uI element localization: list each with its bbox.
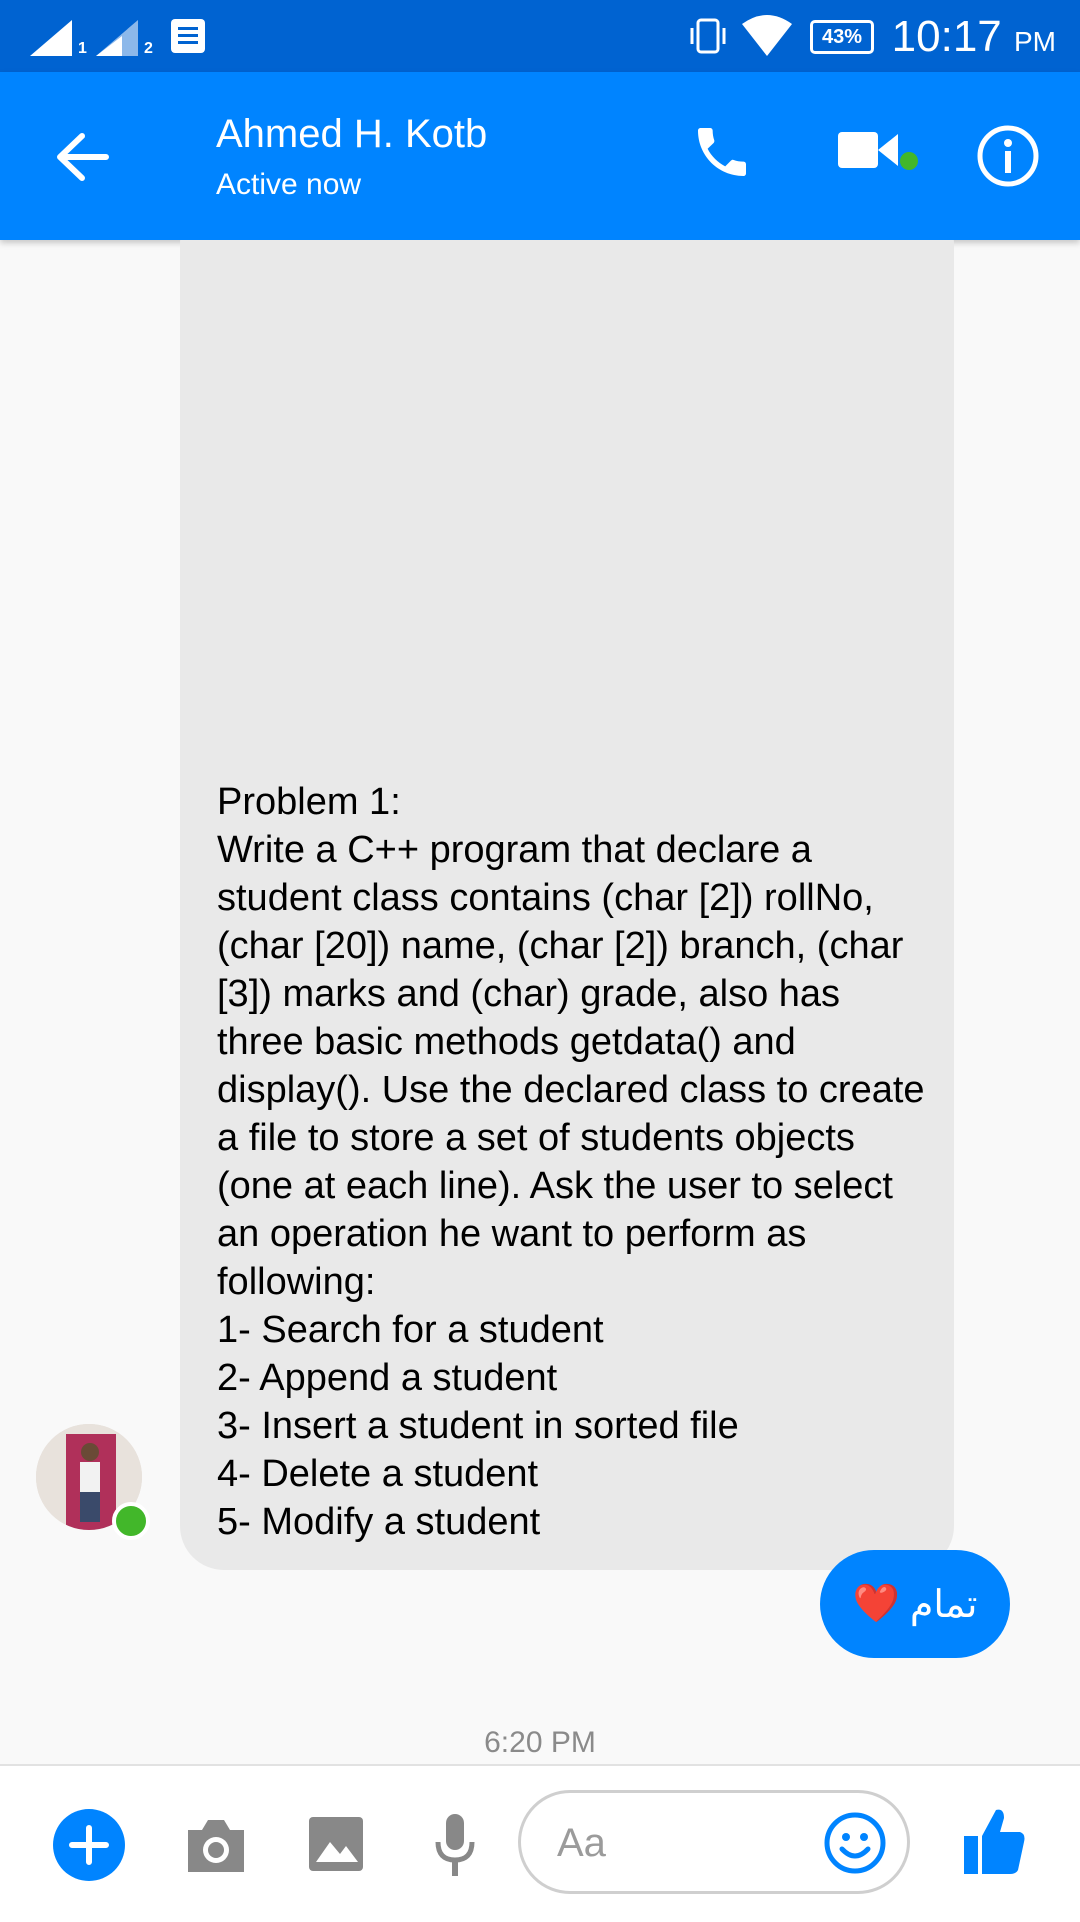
message-list[interactable]: Problem 1: Write a C++ program that decl… — [0, 240, 1080, 1764]
video-active-dot — [900, 152, 918, 170]
online-presence-dot — [112, 1502, 150, 1540]
thumbs-up-icon[interactable] — [962, 1806, 1028, 1878]
clock-time: 10:17 — [891, 12, 1002, 61]
sim1-label: 1 — [78, 40, 87, 57]
microphone-icon[interactable] — [430, 1810, 480, 1880]
message-input[interactable] — [555, 1815, 799, 1871]
emoji-icon[interactable] — [823, 1811, 887, 1875]
video-camera-icon[interactable] — [836, 126, 900, 174]
incoming-message-text: Problem 1: Write a C++ program that decl… — [217, 781, 925, 1543]
composer-bar — [0, 1764, 1080, 1922]
notification-icon — [171, 19, 205, 53]
image-icon[interactable] — [306, 1814, 366, 1874]
wifi-icon — [742, 15, 792, 56]
vibrate-icon — [690, 18, 726, 54]
back-arrow-icon[interactable] — [48, 122, 118, 192]
contact-status: Active now — [216, 168, 362, 201]
battery-indicator: 43% — [810, 20, 874, 54]
sim2-label: 2 — [144, 40, 153, 57]
phone-icon[interactable] — [690, 120, 754, 184]
outgoing-emoji: ❤️ — [852, 1583, 900, 1625]
outgoing-message-text: تمام — [909, 1583, 978, 1626]
contact-name[interactable]: Ahmed H. Kotb — [216, 112, 487, 157]
outgoing-message-bubble[interactable]: ❤️ تمام — [820, 1550, 1010, 1658]
conversation-header: Ahmed H. Kotb Active now — [0, 72, 1080, 240]
message-input-container[interactable] — [518, 1790, 910, 1894]
plus-icon[interactable] — [52, 1808, 126, 1882]
clock: 10:17 PM — [892, 12, 1056, 62]
camera-icon[interactable] — [184, 1816, 248, 1874]
signal-sim1-icon — [30, 20, 72, 56]
incoming-message-bubble[interactable]: Problem 1: Write a C++ program that decl… — [180, 240, 954, 1570]
signal-sim2-icon — [96, 20, 138, 56]
status-bar: 1 2 43% 10:17 PM — [0, 0, 1080, 72]
clock-ampm: PM — [1014, 26, 1056, 57]
info-icon[interactable] — [976, 124, 1040, 188]
message-timestamp: 6:20 PM — [484, 1726, 596, 1759]
